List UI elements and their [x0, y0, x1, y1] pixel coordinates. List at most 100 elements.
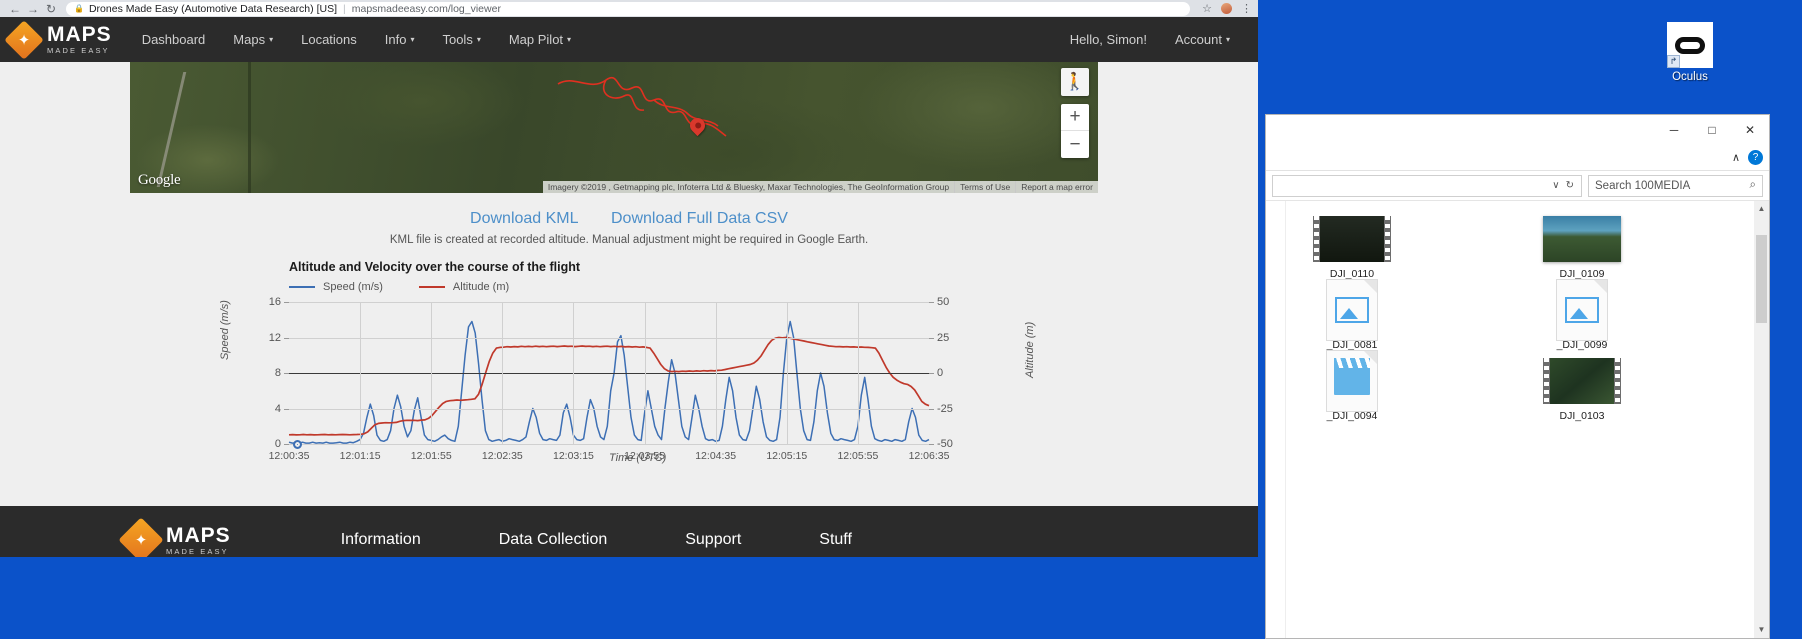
chevron-down-icon[interactable]: ∨: [1549, 180, 1562, 191]
terms-of-use-link[interactable]: Terms of Use: [954, 181, 1015, 193]
chart-gridline: [573, 302, 575, 444]
legend-item-speed[interactable]: Speed (m/s): [289, 281, 383, 293]
footer-logo[interactable]: ✦ MAPS MADE EASY: [0, 517, 231, 557]
chart-gridline: [289, 337, 929, 339]
site-logo[interactable]: ✦ MAPS MADE EASY: [0, 17, 128, 62]
nav-label-maps: Maps: [233, 32, 266, 47]
address-bar[interactable]: 🔒 Drones Made Easy (Automotive Data Rese…: [66, 1, 1191, 16]
chart-gridline: [431, 302, 433, 444]
footer-brand-name: MAPS: [166, 523, 231, 547]
y-tick-right: -25: [937, 402, 953, 415]
maps-diamond-icon: ✦: [118, 517, 164, 557]
scroll-up-icon[interactable]: ▲: [1754, 201, 1769, 217]
explorer-search-box[interactable]: Search 100MEDIA ⌕: [1588, 174, 1763, 197]
video-file-icon: [1326, 350, 1378, 412]
scrollbar-thumb[interactable]: [1756, 235, 1767, 323]
file-item[interactable]: DJI_0110: [1292, 215, 1412, 280]
browser-actions: ☆ ⋮: [1196, 2, 1252, 15]
nav-item-dashboard[interactable]: Dashboard: [128, 17, 220, 62]
forward-icon[interactable]: →: [24, 2, 42, 16]
file-label: DJI_0103: [1559, 410, 1605, 422]
greeting-label: Hello, Simon!: [1069, 32, 1147, 47]
tick-mark: [284, 444, 289, 445]
oculus-icon[interactable]: ↱: [1667, 22, 1713, 68]
altitude-line: [288, 336, 930, 436]
street-view-pegman-icon[interactable]: 🚶: [1061, 68, 1089, 96]
download-csv-link[interactable]: Download Full Data CSV: [611, 210, 788, 227]
zoom-in-button[interactable]: +: [1061, 104, 1089, 131]
x-tick: 12:02:35: [481, 450, 523, 462]
profile-avatar[interactable]: [1221, 3, 1232, 14]
file-thumbnail: [1313, 279, 1391, 341]
y-tick-left: 4: [274, 402, 281, 415]
file-item[interactable]: _DJI_0081: [1292, 279, 1412, 351]
browser-window: ← → ↻ 🔒 Drones Made Easy (Automotive Dat…: [0, 0, 1258, 557]
y-axis-label-left: Speed (m/s): [219, 300, 231, 360]
footer-brand-tagline: MADE EASY: [166, 546, 229, 556]
bookmark-star-icon[interactable]: ☆: [1202, 2, 1212, 15]
file-item[interactable]: _DJI_0099: [1522, 279, 1642, 351]
nav-label-dashboard: Dashboard: [141, 32, 206, 47]
path-field[interactable]: ∨ ↻: [1272, 174, 1582, 197]
search-placeholder: Search 100MEDIA: [1595, 179, 1691, 192]
footer-link-stuff[interactable]: Stuff: [819, 531, 852, 549]
map-hedgerow: [248, 62, 251, 193]
y-tick-right: 0: [937, 367, 944, 379]
footer-link-support[interactable]: Support: [685, 531, 741, 549]
nav-item-account[interactable]: Account ▾: [1161, 17, 1244, 62]
y-tick-left: 0: [274, 438, 281, 450]
file-item[interactable]: DJI_0109: [1522, 215, 1642, 280]
file-thumbnail: [1543, 215, 1621, 263]
nav-item-tools[interactable]: Tools ▾: [428, 17, 494, 62]
footer-link-information[interactable]: Information: [341, 531, 421, 549]
legend-item-altitude[interactable]: Altitude (m): [418, 281, 509, 293]
brand-name: MAPS: [47, 23, 112, 47]
scroll-down-icon[interactable]: ▼: [1754, 622, 1769, 638]
map-road: [156, 72, 324, 187]
browser-toolbar: ← → ↻ 🔒 Drones Made Easy (Automotive Dat…: [0, 0, 1258, 17]
footer-link-data-collection[interactable]: Data Collection: [499, 531, 608, 549]
photo-thumbnail-icon: [1543, 216, 1621, 262]
browser-menu-icon[interactable]: ⋮: [1241, 2, 1252, 15]
chart-gridline: [857, 302, 859, 444]
back-icon[interactable]: ←: [6, 2, 24, 16]
close-button[interactable]: ✕: [1731, 115, 1769, 145]
chevron-down-icon: ▾: [269, 35, 274, 44]
explorer-scrollbar[interactable]: ▲ ▼: [1754, 201, 1769, 638]
site-identity-label: Drones Made Easy (Automotive Data Resear…: [88, 2, 337, 15]
x-tick: 12:01:15: [339, 450, 381, 462]
flight-chart: Altitude and Velocity over the course of…: [179, 260, 1079, 480]
tick-mark: [929, 337, 934, 339]
legend-swatch-altitude: [418, 286, 445, 288]
chart-legend: Speed (m/s) Altitude (m): [289, 281, 509, 293]
video-film-icon: [1313, 216, 1391, 262]
tick-mark: [929, 302, 934, 303]
navigation-pane[interactable]: [1266, 201, 1286, 638]
y-axis-label-right: Altitude (m): [1024, 321, 1036, 378]
report-map-error-link[interactable]: Report a map error: [1015, 181, 1098, 193]
chart-gridline: [786, 302, 788, 444]
x-tick: 12:05:55: [837, 450, 879, 462]
nav-item-info[interactable]: Info ▾: [371, 17, 429, 62]
flight-map[interactable]: Google 🚶 + − Imagery ©2019 , Getmapping …: [130, 62, 1098, 193]
file-item[interactable]: _DJI_0094: [1292, 350, 1412, 422]
nav-item-map-pilot[interactable]: Map Pilot ▾: [495, 17, 585, 62]
speed-line: [288, 320, 930, 444]
file-item[interactable]: DJI_0103: [1522, 357, 1642, 422]
desktop-background: ↱ Oculus ← → ↻ 🔒 Drones Made Easy (Autom…: [0, 0, 1802, 639]
download-kml-link[interactable]: Download KML: [470, 210, 579, 227]
reload-icon[interactable]: ↻: [42, 2, 60, 16]
desktop-shortcut-oculus[interactable]: ↱ Oculus: [1653, 22, 1727, 83]
nav-item-maps[interactable]: Maps ▾: [219, 17, 287, 62]
minimize-button[interactable]: ─: [1655, 115, 1693, 145]
zoom-out-button[interactable]: −: [1061, 131, 1089, 158]
refresh-icon[interactable]: ↻: [1563, 180, 1577, 191]
explorer-titlebar: ─ □ ✕: [1266, 115, 1769, 145]
maps-diamond-icon: ✦: [4, 19, 44, 60]
maximize-button[interactable]: □: [1693, 115, 1731, 145]
help-icon[interactable]: ?: [1748, 150, 1763, 165]
nav-item-locations[interactable]: Locations: [287, 17, 371, 62]
chart-gridline: [502, 302, 504, 444]
site-navbar: ✦ MAPS MADE EASY Dashboard Maps ▾ Locati…: [0, 17, 1258, 62]
ribbon-collapse-icon[interactable]: ∧: [1732, 151, 1740, 164]
